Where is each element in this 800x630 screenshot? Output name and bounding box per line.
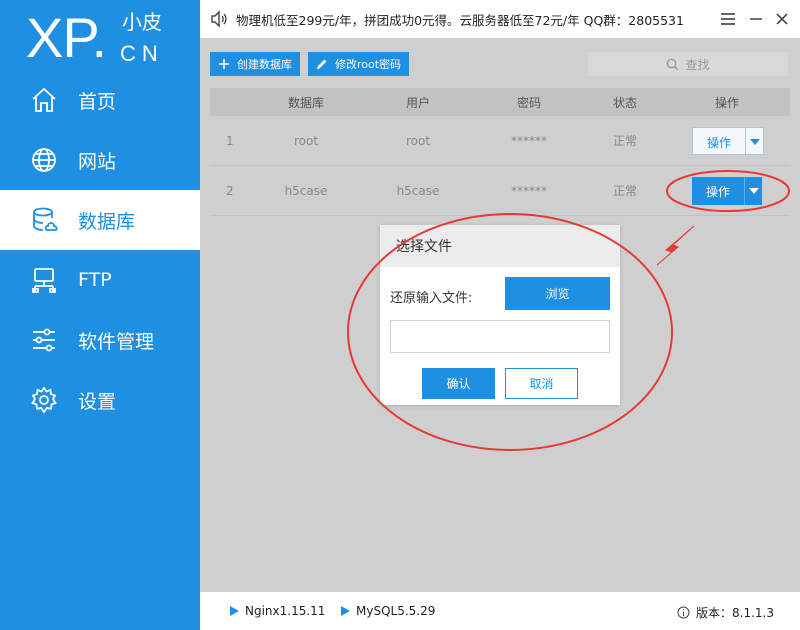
sidebar-item-ftp[interactable]: FTP <box>0 250 200 310</box>
row-action-button[interactable]: 操作 <box>692 177 762 205</box>
menu-button[interactable] <box>718 9 738 29</box>
sidebar: XP. 小皮 CN 首页 网站 数据库 FTP 软件管理 设置 <box>0 0 200 630</box>
info-icon <box>677 606 690 619</box>
caret-down-icon[interactable] <box>745 128 763 156</box>
confirm-button[interactable]: 确认 <box>422 368 495 399</box>
version-info: 版本：8.1.1.3 <box>677 604 774 621</box>
create-database-button[interactable]: 创建数据库 <box>210 52 300 76</box>
caret-down-icon[interactable] <box>744 177 762 205</box>
row-database: h5case <box>284 183 328 198</box>
dialog-title: 选择文件 <box>380 225 620 267</box>
status-bar: Nginx1.15.11 MySQL5.5.29 版本：8.1.1.3 <box>200 592 800 630</box>
row-user: h5case <box>396 183 440 198</box>
search-input[interactable]: 查找 <box>588 52 788 76</box>
sidebar-item-label: 首页 <box>78 90 117 113</box>
version-text: 版本：8.1.1.3 <box>696 606 774 620</box>
row-password: ****** <box>511 183 547 198</box>
sidebar-nav: 首页 网站 数据库 FTP 软件管理 设置 <box>0 70 200 430</box>
row-status: 正常 <box>612 184 637 198</box>
create-database-label: 创建数据库 <box>237 58 292 71</box>
header-action: 操作 <box>714 95 739 110</box>
database-icon <box>30 206 58 234</box>
sidebar-item-label: 数据库 <box>78 210 136 233</box>
change-root-password-button[interactable]: 修改root密码 <box>308 52 410 76</box>
row-user: root <box>405 133 431 148</box>
minimize-button[interactable] <box>746 9 766 29</box>
sidebar-item-label: 设置 <box>78 390 117 413</box>
mysql-status[interactable]: MySQL5.5.29 <box>341 604 435 618</box>
logo-main-text: XP. <box>26 6 107 69</box>
logo-top-text: 小皮 <box>122 10 162 34</box>
table-row: 2 h5case h5case ****** 正常 操作 <box>210 166 790 216</box>
sidebar-item-label: 网站 <box>78 150 117 173</box>
play-icon <box>341 606 350 616</box>
row-index: 2 <box>226 183 234 198</box>
row-index: 1 <box>226 133 234 148</box>
row-database: root <box>293 133 319 148</box>
sidebar-item-home[interactable]: 首页 <box>0 70 200 130</box>
sidebar-item-settings[interactable]: 设置 <box>0 370 200 430</box>
minimize-icon <box>750 18 762 20</box>
sliders-icon <box>30 326 58 354</box>
notice-text: 物理机低至299元/年，拼团成功0元得。云服务器低至72元/年 QQ群：2805… <box>236 12 684 28</box>
restore-file-label: 还原输入文件: <box>390 291 473 306</box>
globe-icon <box>30 146 58 174</box>
header-status: 状态 <box>612 95 637 110</box>
table-header: 数据库 用户 密码 状态 操作 <box>210 88 790 116</box>
row-action-button[interactable]: 操作 <box>692 127 764 156</box>
search-placeholder: 查找 <box>685 57 710 72</box>
toolbar: 创建数据库 修改root密码 查找 <box>200 38 800 84</box>
mysql-version: MySQL5.5.29 <box>356 604 436 618</box>
plus-icon <box>219 59 229 69</box>
nginx-status[interactable]: Nginx1.15.11 <box>230 604 325 618</box>
annotation-arrow <box>656 225 695 266</box>
row-password: ****** <box>511 133 547 148</box>
menu-icon <box>721 13 735 25</box>
row-action-label: 操作 <box>705 184 730 199</box>
ftp-icon <box>30 266 58 294</box>
close-icon <box>776 13 788 25</box>
home-icon <box>30 86 58 114</box>
nginx-version: Nginx1.15.11 <box>245 604 326 618</box>
close-button[interactable] <box>772 9 792 29</box>
sidebar-item-label: 软件管理 <box>78 330 155 353</box>
gear-icon <box>30 386 58 414</box>
pencil-icon <box>317 59 327 69</box>
select-file-dialog: 选择文件 还原输入文件: 浏览 确认 取消 <box>380 225 620 405</box>
database-table: 数据库 用户 密码 状态 操作 1 root root ****** 正常 操作… <box>210 88 790 216</box>
sidebar-item-database[interactable]: 数据库 <box>0 190 200 250</box>
row-action-label: 操作 <box>706 135 731 150</box>
change-root-password-label: 修改root密码 <box>335 58 402 71</box>
play-icon <box>230 606 239 616</box>
search-icon <box>667 58 679 70</box>
sidebar-item-label: FTP <box>78 269 112 291</box>
header-database: 数据库 <box>287 95 324 110</box>
file-path-input[interactable] <box>390 320 610 353</box>
table-row: 1 root root ****** 正常 操作 <box>210 116 790 166</box>
speaker-icon <box>211 10 227 28</box>
row-status: 正常 <box>612 134 637 148</box>
sidebar-item-website[interactable]: 网站 <box>0 130 200 190</box>
header-password: 密码 <box>516 95 541 110</box>
cancel-button[interactable]: 取消 <box>505 368 578 399</box>
header-user: 用户 <box>405 95 430 110</box>
sidebar-item-software[interactable]: 软件管理 <box>0 310 200 370</box>
logo-bottom-text: CN <box>120 41 164 66</box>
browse-button[interactable]: 浏览 <box>505 277 610 310</box>
top-bar: 物理机低至299元/年，拼团成功0元得。云服务器低至72元/年 QQ群：2805… <box>200 0 800 38</box>
